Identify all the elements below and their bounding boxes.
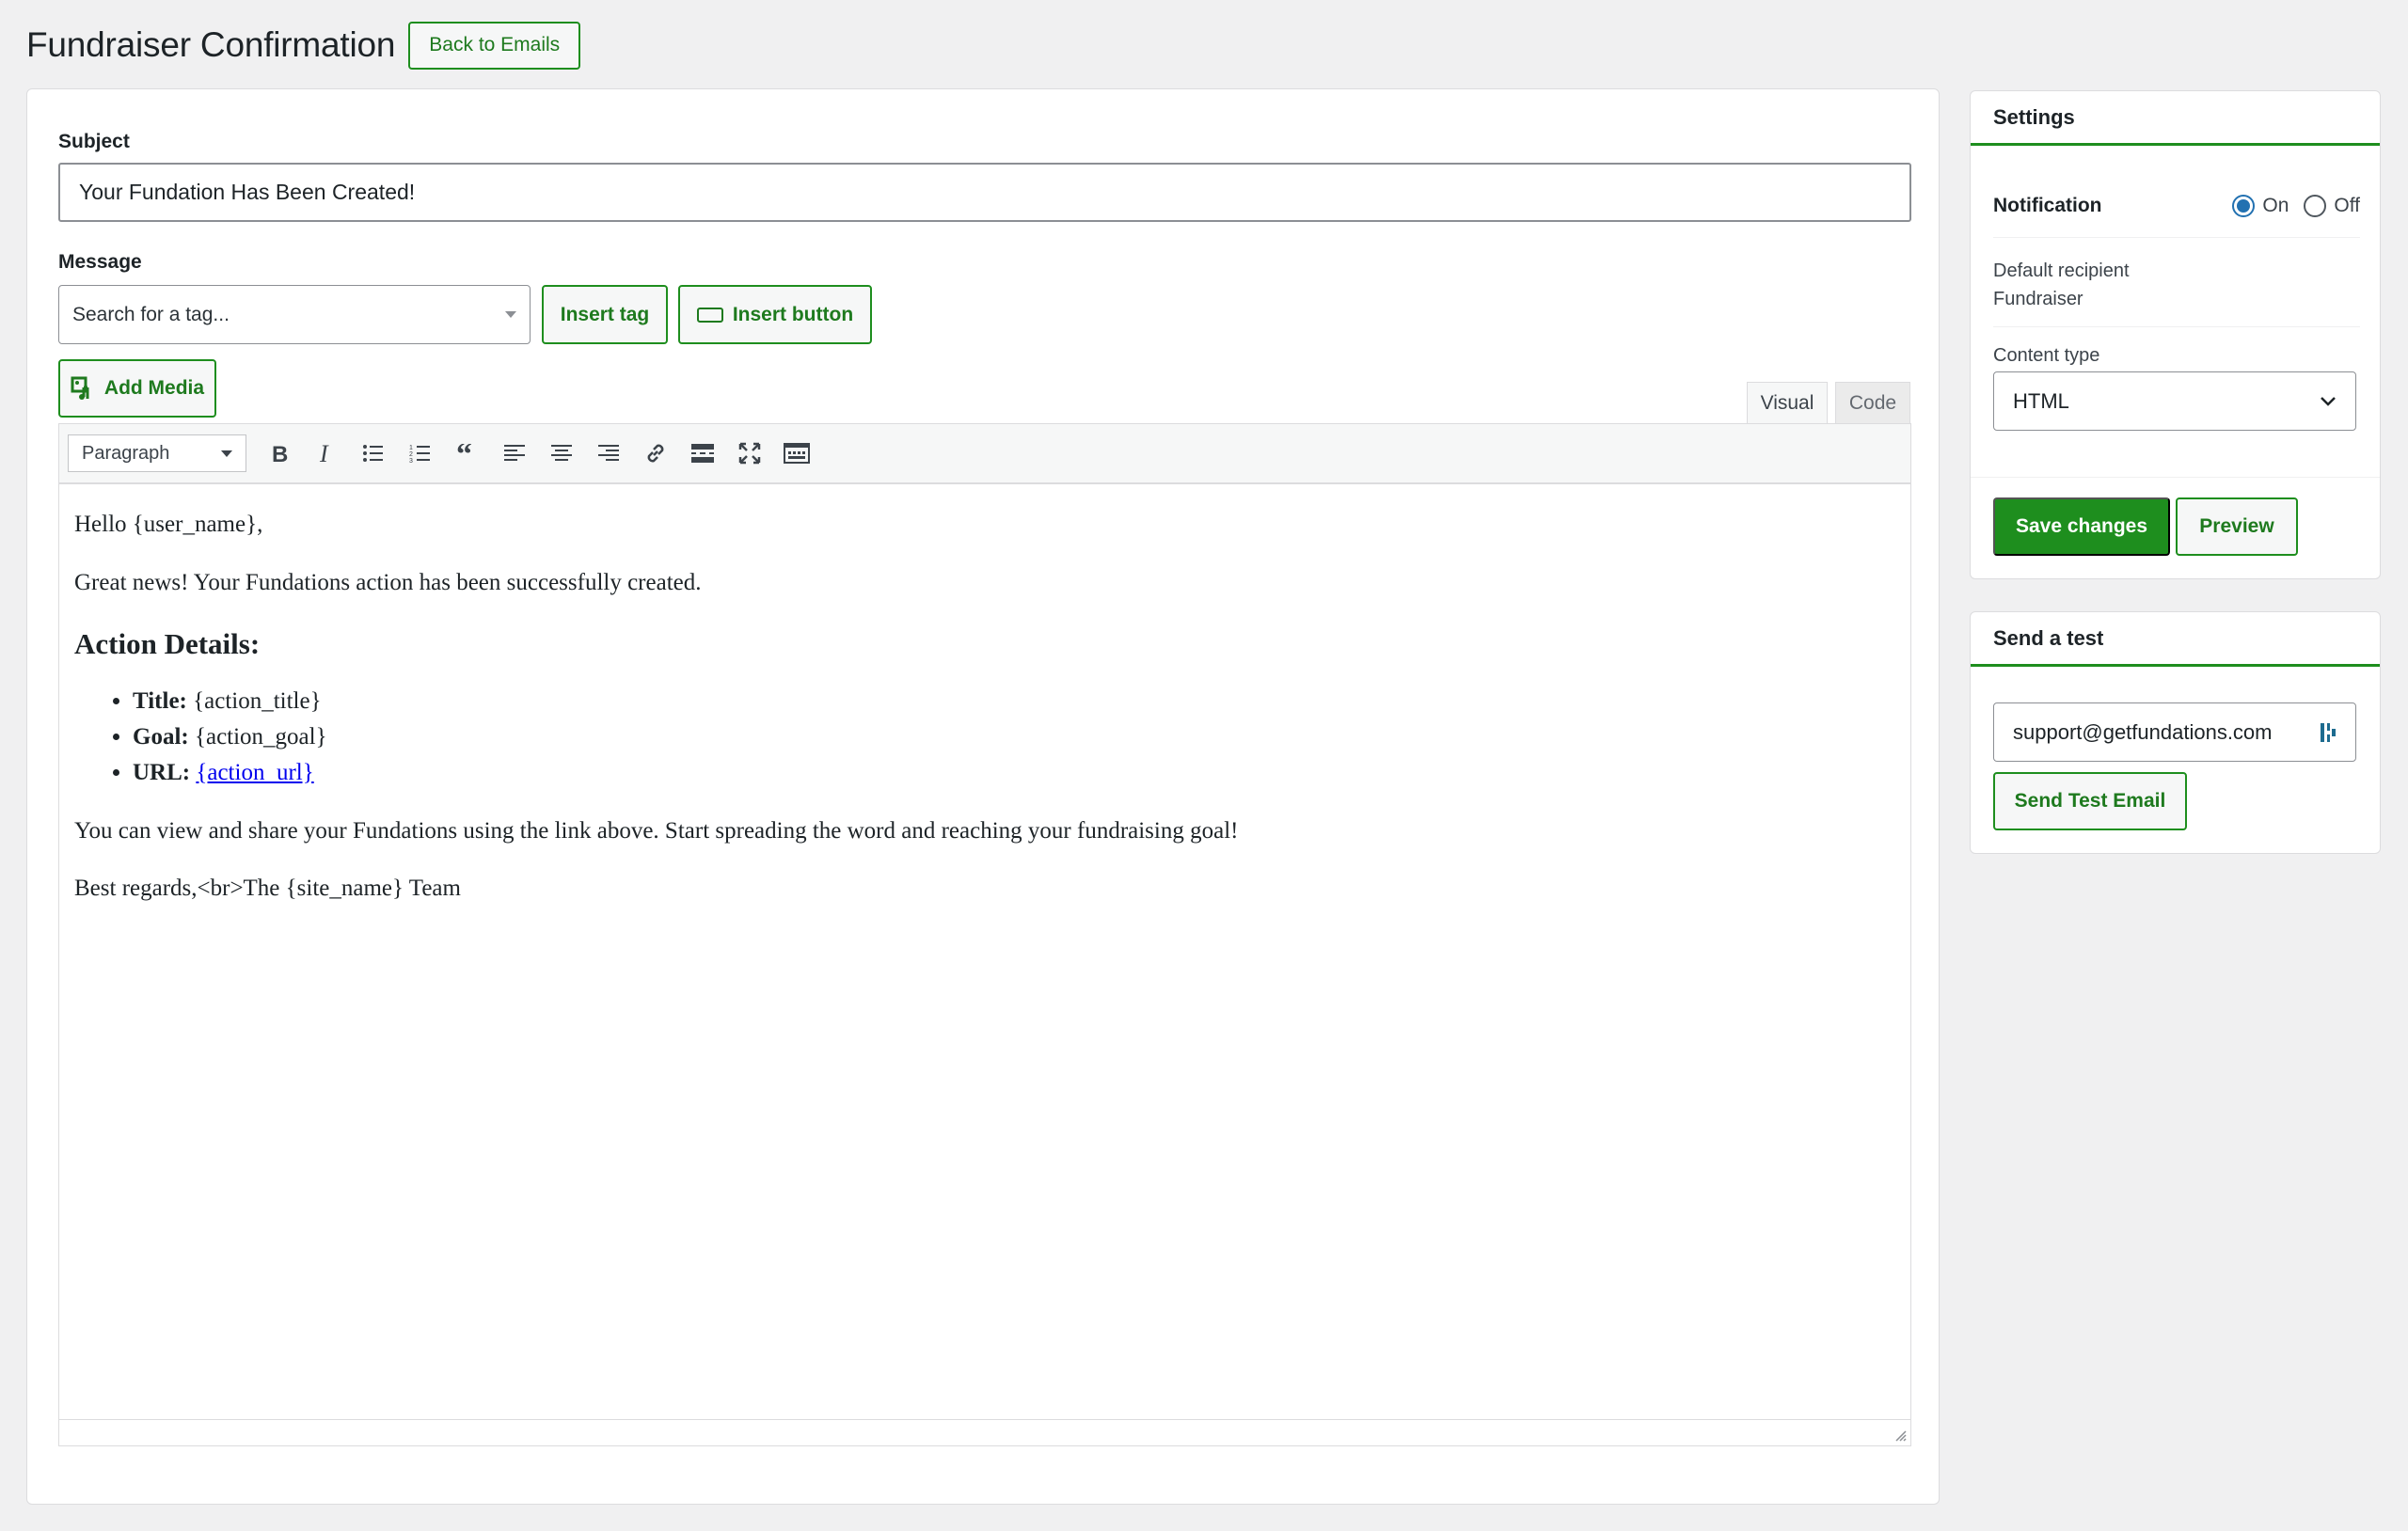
notification-on-radio[interactable] bbox=[2232, 195, 2256, 217]
test-email-value: support@getfundations.com bbox=[2013, 719, 2273, 744]
toolbar-toggle-button[interactable] bbox=[773, 434, 820, 472]
format-select-value: Paragraph bbox=[82, 442, 170, 464]
blockquote-icon: “ bbox=[456, 444, 472, 463]
divider bbox=[1993, 326, 2360, 327]
add-media-icon bbox=[71, 376, 89, 400]
format-select[interactable]: Paragraph bbox=[68, 434, 246, 472]
resize-grip-icon[interactable] bbox=[1892, 1427, 1907, 1442]
caret-down-icon bbox=[221, 450, 232, 457]
detail-label: Title: bbox=[133, 687, 187, 714]
subject-input[interactable]: Your Fundation Has Been Created! bbox=[58, 163, 1911, 222]
align-center-icon bbox=[551, 445, 572, 461]
numbered-list-icon: 1 2 3 bbox=[409, 445, 430, 464]
signoff-paragraph: Best regards,<br>The {site_name} Team bbox=[74, 876, 461, 901]
align-left-button[interactable] bbox=[491, 434, 538, 472]
tab-code[interactable]: Code bbox=[1835, 382, 1910, 423]
notification-on-label[interactable]: On bbox=[2262, 195, 2289, 217]
list-item: URL: {action_url} bbox=[133, 755, 1895, 791]
content-type-label: Content type bbox=[1993, 345, 2100, 366]
send-test-email-button[interactable]: Send Test Email bbox=[1993, 772, 2187, 830]
bullet-list-icon bbox=[363, 445, 383, 462]
tag-search-select[interactable]: Search for a tag... bbox=[58, 285, 531, 344]
divider bbox=[1993, 237, 2360, 238]
blockquote-button[interactable]: “ bbox=[444, 434, 491, 472]
detail-value: {action_title} bbox=[193, 687, 322, 714]
caret-down-icon bbox=[505, 311, 516, 318]
message-label: Message bbox=[58, 251, 142, 273]
bold-icon: B bbox=[272, 442, 288, 465]
page-header: Fundraiser Confirmation Back to Emails bbox=[26, 21, 581, 70]
detail-value: {action_goal} bbox=[194, 723, 327, 750]
default-recipient: Default recipient Fundraiser bbox=[1993, 257, 2130, 313]
align-right-icon bbox=[598, 445, 619, 461]
numbered-list-button[interactable]: 1 2 3 bbox=[397, 434, 444, 472]
toolbar-toggle-icon bbox=[784, 443, 810, 464]
email-editor-panel: Subject Your Fundation Has Been Created!… bbox=[26, 88, 1940, 1505]
insert-button-label: Insert button bbox=[732, 303, 854, 325]
test-email-input[interactable]: support@getfundations.com bbox=[1993, 702, 2356, 762]
bold-button[interactable]: B bbox=[256, 434, 303, 472]
fullscreen-icon bbox=[738, 442, 761, 465]
italic-icon: I bbox=[319, 442, 329, 465]
settings-panel: Settings Notification On Off Default rec… bbox=[1970, 90, 2381, 579]
editor-toolbar: Paragraph B I 1 2 3 “ bbox=[59, 424, 1910, 484]
svg-text:1: 1 bbox=[409, 445, 413, 451]
share-paragraph: You can view and share your Fundations u… bbox=[74, 817, 1239, 844]
greeting-paragraph: Hello {user_name}, bbox=[74, 512, 263, 537]
intro-paragraph: Great news! Your Fundations action has b… bbox=[74, 569, 702, 595]
bullet-list-button[interactable] bbox=[350, 434, 397, 472]
rich-text-editor: Paragraph B I 1 2 3 “ Hello {user_name},… bbox=[58, 423, 1911, 1446]
divider bbox=[1971, 477, 2380, 478]
svg-text:B: B bbox=[272, 442, 288, 465]
svg-text:3: 3 bbox=[409, 458, 413, 464]
save-changes-button[interactable]: Save changes bbox=[1993, 497, 2170, 556]
content-type-value: HTML bbox=[2013, 388, 2069, 413]
notification-label: Notification bbox=[1993, 195, 2102, 216]
send-test-title: Send a test bbox=[1971, 612, 2380, 667]
link-icon bbox=[647, 444, 664, 463]
detail-label: Goal: bbox=[133, 723, 189, 750]
subject-label: Subject bbox=[58, 131, 130, 152]
read-more-icon bbox=[691, 444, 714, 463]
link-button[interactable] bbox=[632, 434, 679, 472]
insert-button-button[interactable]: Insert button bbox=[678, 285, 872, 344]
action-url-link[interactable]: {action_url} bbox=[196, 760, 313, 785]
details-heading: Action Details: bbox=[74, 627, 261, 660]
align-right-button[interactable] bbox=[585, 434, 632, 472]
content-type-select[interactable]: HTML bbox=[1993, 371, 2356, 431]
notification-off-radio[interactable] bbox=[2304, 195, 2327, 217]
tab-visual[interactable]: Visual bbox=[1747, 382, 1828, 423]
svg-text:2: 2 bbox=[409, 451, 413, 458]
align-center-button[interactable] bbox=[538, 434, 585, 472]
italic-button[interactable]: I bbox=[303, 434, 350, 472]
svg-text:I: I bbox=[319, 442, 329, 465]
svg-text:“: “ bbox=[456, 444, 472, 463]
list-item: Goal: {action_goal} bbox=[133, 719, 1895, 755]
notification-radio-group: On Off bbox=[2232, 195, 2360, 217]
send-test-panel: Send a test support@getfundations.com Se… bbox=[1970, 611, 2381, 854]
back-to-emails-button[interactable]: Back to Emails bbox=[408, 21, 581, 70]
recipient-label: Default recipient bbox=[1993, 260, 2130, 281]
detail-label: URL: bbox=[133, 759, 191, 785]
editor-content[interactable]: Hello {user_name}, Great news! Your Fund… bbox=[59, 484, 1910, 952]
tag-search-placeholder: Search for a tag... bbox=[72, 303, 230, 325]
add-media-label: Add Media bbox=[103, 377, 205, 399]
notification-row: Notification On Off bbox=[1993, 195, 2360, 217]
settings-title: Settings bbox=[1971, 91, 2380, 146]
chevron-down-icon bbox=[2321, 396, 2336, 406]
details-list: Title: {action_title} Goal: {action_goal… bbox=[133, 684, 1895, 791]
button-icon bbox=[696, 307, 723, 323]
fullscreen-button[interactable] bbox=[726, 434, 773, 472]
insert-tag-button[interactable]: Insert tag bbox=[542, 285, 668, 344]
autofill-icon[interactable] bbox=[2320, 721, 2337, 744]
recipient-value: Fundraiser bbox=[1993, 289, 2083, 309]
add-media-button[interactable]: Add Media bbox=[58, 359, 216, 418]
page-title: Fundraiser Confirmation bbox=[26, 25, 396, 64]
align-left-icon bbox=[504, 445, 525, 461]
editor-statusbar bbox=[59, 1419, 1910, 1445]
notification-off-label[interactable]: Off bbox=[2334, 195, 2360, 217]
list-item: Title: {action_title} bbox=[133, 684, 1895, 719]
read-more-button[interactable] bbox=[679, 434, 726, 472]
preview-button[interactable]: Preview bbox=[2176, 497, 2298, 556]
